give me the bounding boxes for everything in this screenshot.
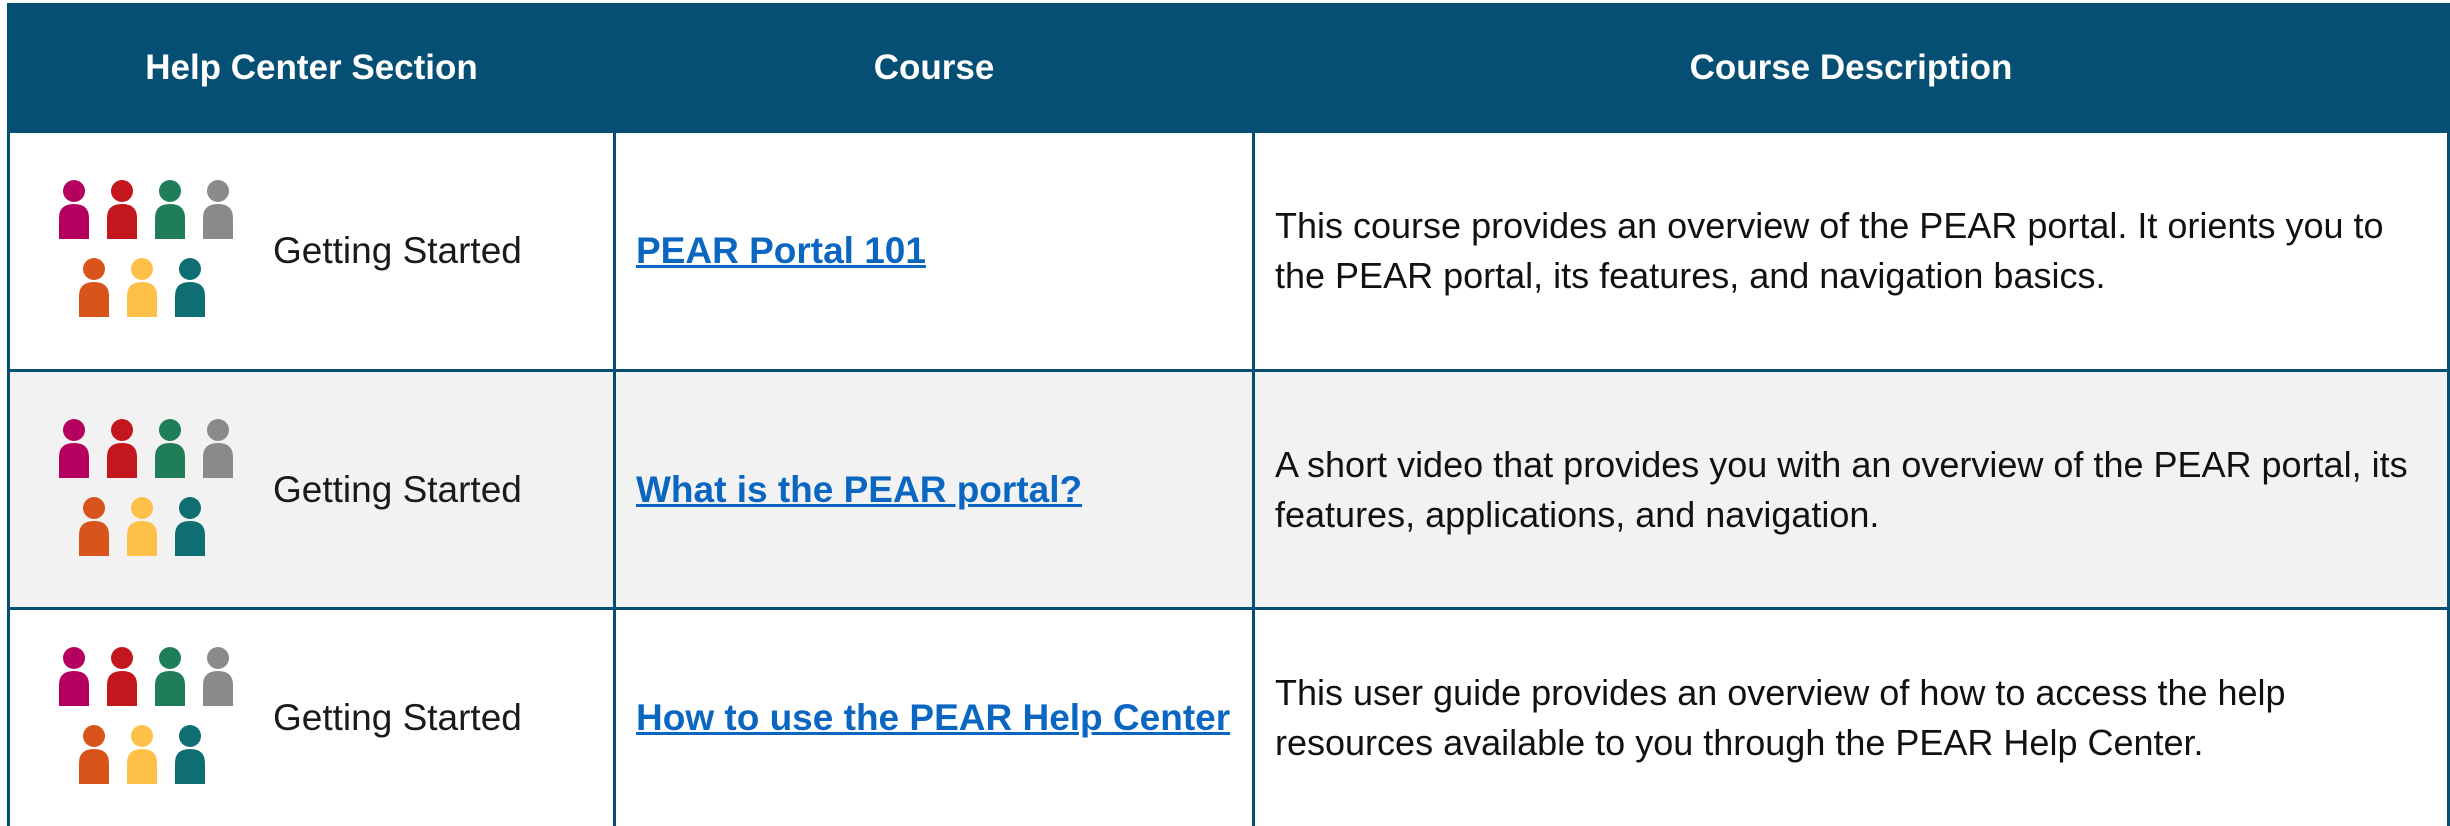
section-label: Getting Started <box>273 697 522 738</box>
column-divider <box>613 133 616 826</box>
course-cell: How to use the PEAR Help Center <box>616 610 1252 826</box>
course-description: This user guide provides an overview of … <box>1275 672 2286 763</box>
person-icon <box>127 725 157 784</box>
section-label: Getting Started <box>273 230 522 271</box>
people-group-icon <box>59 647 233 784</box>
description-cell: This user guide provides an overview of … <box>1255 610 2447 826</box>
section-cell: Getting Started <box>10 372 613 607</box>
course-description: This course provides an overview of the … <box>1275 205 2384 296</box>
table-header: Help Center Section Course Course Descri… <box>10 3 2447 133</box>
section-label: Getting Started <box>273 469 522 510</box>
person-icon <box>127 258 157 317</box>
person-icon <box>107 180 137 239</box>
person-icon <box>203 180 233 239</box>
person-icon <box>79 258 109 317</box>
header-course: Course <box>873 48 995 87</box>
header-course-description: Course Description <box>1689 48 2013 87</box>
table-row: Getting Started What is the PEAR portal?… <box>10 369 2447 607</box>
help-center-table: Help Center Section Course Course Descri… <box>7 3 2450 826</box>
person-icon <box>175 497 205 556</box>
person-icon <box>59 419 89 478</box>
person-icon <box>79 497 109 556</box>
person-icon <box>155 180 185 239</box>
course-description: A short video that provides you with an … <box>1275 443 2408 535</box>
person-icon <box>107 647 137 706</box>
person-icon <box>203 647 233 706</box>
person-icon <box>175 258 205 317</box>
people-group-icon <box>59 419 233 556</box>
section-cell: Getting Started <box>10 133 613 369</box>
course-link[interactable]: How to use the PEAR Help Center <box>636 697 1230 739</box>
course-link[interactable]: What is the PEAR portal? <box>636 469 1082 511</box>
person-icon <box>175 725 205 784</box>
course-cell: What is the PEAR portal? <box>616 372 1252 607</box>
course-link[interactable]: PEAR Portal 101 <box>636 230 926 272</box>
course-cell: PEAR Portal 101 <box>616 133 1252 369</box>
table-row: Getting Started PEAR Portal 101 This cou… <box>10 133 2447 369</box>
column-divider <box>1252 133 1255 826</box>
section-cell: Getting Started <box>10 610 613 826</box>
person-icon <box>107 419 137 478</box>
person-icon <box>79 725 109 784</box>
header-help-center-section: Help Center Section <box>145 48 478 87</box>
person-icon <box>155 419 185 478</box>
person-icon <box>203 419 233 478</box>
people-group-icon <box>59 180 233 317</box>
table-row: Getting Started How to use the PEAR Help… <box>10 607 2447 826</box>
person-icon <box>59 647 89 706</box>
person-icon <box>155 647 185 706</box>
person-icon <box>59 180 89 239</box>
description-cell: This course provides an overview of the … <box>1255 133 2447 369</box>
person-icon <box>127 497 157 556</box>
description-cell: A short video that provides you with an … <box>1255 372 2447 607</box>
